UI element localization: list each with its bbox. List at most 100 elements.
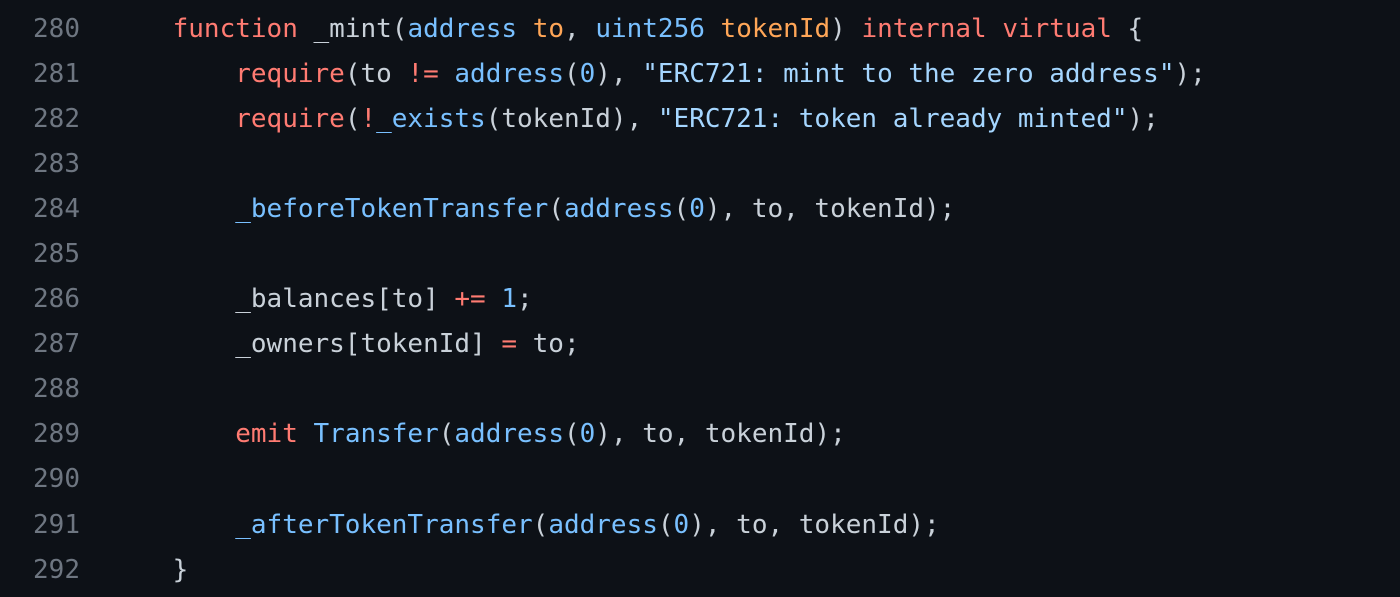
- code-token: _exists: [376, 103, 486, 134]
- code-view: 280 function _mint(address to, uint256 t…: [0, 0, 1400, 597]
- line-number[interactable]: 287: [0, 329, 80, 359]
- code-token: ), to, tokenId);: [704, 193, 956, 224]
- code-line: 283: [0, 141, 1400, 186]
- line-number[interactable]: 290: [0, 464, 80, 494]
- code-token: address: [548, 509, 658, 540]
- code-line: 285: [0, 231, 1400, 276]
- code-token: (: [344, 58, 361, 89]
- code-token: uint256: [595, 13, 705, 44]
- code-token: ;: [517, 284, 533, 315]
- code-token: address: [454, 419, 564, 450]
- line-number[interactable]: 286: [0, 284, 80, 314]
- code-token: );: [1127, 103, 1159, 134]
- line-number[interactable]: 292: [0, 555, 80, 585]
- code-token: _afterTokenTransfer: [235, 509, 533, 540]
- code-token: }: [172, 554, 189, 585]
- code-text: _beforeTokenTransfer(address(0), to, tok…: [80, 194, 955, 224]
- code-token: +=: [454, 284, 486, 315]
- code-token: (: [391, 13, 408, 44]
- code-token: to: [360, 58, 392, 89]
- code-token: (: [438, 419, 455, 450]
- code-token: ,: [564, 13, 596, 44]
- code-token: ), to, tokenId);: [689, 509, 940, 540]
- code-text: function _mint(address to, uint256 token…: [80, 13, 1144, 44]
- code-token: 0: [689, 193, 705, 224]
- code-token: "ERC721: token already minted": [657, 103, 1128, 134]
- code-line: 281 require(to != address(0), "ERC721: m…: [0, 51, 1400, 96]
- code-line: 286 _balances[to] += 1;: [0, 277, 1400, 322]
- code-token: require: [235, 103, 345, 134]
- code-token: !: [360, 103, 377, 134]
- code-token: 0: [579, 419, 596, 450]
- code-token: (: [563, 58, 580, 89]
- code-token: 0: [579, 58, 596, 89]
- line-number[interactable]: 288: [0, 374, 80, 404]
- line-number[interactable]: 289: [0, 419, 80, 449]
- code-token: _owners[tokenId]: [235, 329, 502, 360]
- code-token: virtual: [1002, 13, 1112, 44]
- code-line: 290: [0, 457, 1400, 502]
- code-token: emit: [235, 419, 298, 450]
- code-text: _owners[tokenId] = to;: [80, 329, 580, 360]
- line-number[interactable]: 280: [0, 14, 80, 44]
- line-number[interactable]: 281: [0, 59, 80, 89]
- code-text: require(to != address(0), "ERC721: mint …: [80, 59, 1206, 89]
- code-token: _mint: [313, 13, 392, 44]
- code-text: }: [80, 554, 189, 585]
- code-token: !=: [407, 58, 439, 89]
- line-number[interactable]: 282: [0, 104, 80, 134]
- code-token: ),: [595, 58, 643, 89]
- code-line: 287 _owners[tokenId] = to;: [0, 322, 1400, 367]
- code-token: ), to, tokenId);: [595, 419, 846, 450]
- code-text: require(!_exists(tokenId), "ERC721: toke…: [80, 104, 1159, 134]
- code-token: (: [657, 509, 674, 540]
- code-token: _balances[to]: [235, 284, 455, 315]
- code-token: (: [673, 193, 690, 224]
- code-token: ): [830, 13, 862, 44]
- code-token: 1: [501, 284, 518, 315]
- code-token: "ERC721: mint to the zero address": [642, 58, 1175, 89]
- code-token: internal: [861, 13, 987, 44]
- code-token: _beforeTokenTransfer: [235, 193, 549, 224]
- code-token: (: [548, 193, 564, 224]
- code-token: );: [1174, 58, 1206, 89]
- line-number[interactable]: 285: [0, 239, 80, 269]
- code-token: tokenId: [720, 13, 831, 44]
- code-token: address: [454, 58, 564, 89]
- code-token: (tokenId),: [485, 103, 658, 134]
- code-token: Transfer: [313, 419, 439, 450]
- code-line: 282 require(!_exists(tokenId), "ERC721: …: [0, 96, 1400, 141]
- code-text: _balances[to] += 1;: [80, 284, 533, 315]
- code-token: to;: [517, 329, 580, 360]
- code-line: 292 }: [0, 547, 1400, 592]
- code-token: address: [563, 193, 674, 224]
- code-token: require: [235, 58, 345, 89]
- code-token: 0: [673, 509, 690, 540]
- code-token: (: [532, 509, 549, 540]
- code-token: function: [172, 13, 298, 44]
- line-number[interactable]: 283: [0, 149, 80, 179]
- code-token: =: [501, 329, 517, 360]
- code-token: (: [563, 419, 580, 450]
- code-token: address: [407, 13, 518, 44]
- line-number[interactable]: 284: [0, 194, 80, 224]
- code-token: (: [344, 103, 361, 134]
- code-line: 291 _afterTokenTransfer(address(0), to, …: [0, 502, 1400, 547]
- code-text: _afterTokenTransfer(address(0), to, toke…: [80, 509, 940, 540]
- line-number[interactable]: 291: [0, 510, 80, 540]
